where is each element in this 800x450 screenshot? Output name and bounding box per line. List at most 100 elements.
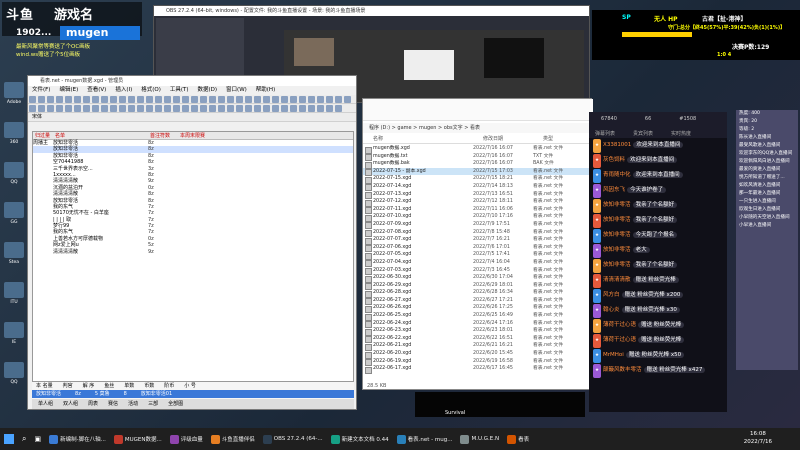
start-button[interactable] [0,428,18,450]
file-row[interactable]: mugen数据.bak 2022/7/16 16:07 BAK 文件 [363,160,593,169]
menu-item[interactable]: 查看(V) [87,86,106,95]
file-row[interactable]: 2022-07-15 - 副本.xgd 2022/7/15 17:03 看表.net… [363,167,593,176]
cell[interactable]: 清清清清散 [53,249,148,255]
menu-item[interactable]: 文件(F) [32,86,50,95]
menu-item[interactable]: 窗口(W) [226,86,247,95]
file-row[interactable]: 2022-06-24.xgd 2022/6/24 17:16 看表.net 文件 [363,320,593,328]
chat-nickname[interactable]: 放知非零活 [603,202,631,208]
file-row[interactable]: 2022-07-04.xgd 2022/7/4 16:04 看表.net 文件 [363,259,593,267]
taskbar[interactable]: ⌕ ▣ 新编制-脚在八轴... MUGEN数据... 评级血量 斗鱼直播伴侣 OBS 2… [0,428,800,450]
file-row[interactable]: 2022-07-07.xgd 2022/7/7 16:21 看表.net 文件 [363,236,593,245]
editor-format-bar[interactable]: 宋体 [28,113,356,122]
file-name[interactable]: 2022-07-04.xgd [363,259,473,267]
spreadsheet[interactable]: 归过量 名单 首注符数 本周末限赛 周播主 放知非零活 8z 放知非零活 8z 放知非零活 8z 空… [32,131,354,395]
menu-item[interactable]: 编辑(E) [59,86,78,95]
file-row[interactable]: mugen数据.xgd 2022/7/16 16:07 看表.net 文件 [363,145,593,154]
file-row[interactable]: 2022-06-21.xgd 2022/6/21 16:21 看表.net 文件 [363,342,593,351]
file-list-header[interactable]: 名称 修改日期 类型 [363,135,593,144]
address-bar[interactable]: 程序 (D:) > game > mugen > obs文字 > 看表 [363,123,593,133]
sheet-rows[interactable]: 周播主 放知非零活 8z 放知非零活 8z 放知非零活 8z 空70441988 8z 三千世界表… [33,140,353,255]
file-row[interactable]: 2022-07-08.xgd 2022/7/8 15:48 看表.net 文件 [363,229,593,237]
file-row[interactable]: 2022-06-23.xgd 2022/6/23 18:01 看表.net 文件 [363,327,593,336]
file-name[interactable]: 2022-06-19.xgd [363,358,473,366]
menu-item[interactable]: 数据(D) [198,86,218,95]
sheet-tab[interactable]: 周表 [88,399,98,409]
column-header[interactable]: 本周末限赛 [178,132,218,139]
file-row[interactable]: 2022-07-12.xgd 2022/7/12 18:11 看表.net 文件 [363,198,593,207]
chat-nickname[interactable]: 放知非零活 [603,247,631,253]
chat-tab[interactable]: 弹幕列表 [595,130,615,137]
sheet-tab[interactable]: 三部 [148,399,158,409]
file-name[interactable]: 2022-06-29.xgd [363,282,473,290]
file-name[interactable]: mugen数据.bak [363,160,473,169]
file-name[interactable]: 2022-07-05.xgd [363,251,473,260]
explorer-ribbon[interactable] [363,99,593,121]
taskbar-app[interactable]: 看表.net - mug... [393,428,457,450]
chat-nickname[interactable]: 薄荷干过心语 [603,337,636,343]
file-row[interactable]: 2022-06-26.xgd 2022/6/26 17:25 看表.net 文件 [363,304,593,313]
file-row[interactable]: 2022-06-27.xgd 2022/6/27 17:21 看表.net 文件 [363,297,593,305]
taskbar-app[interactable]: OBS 27.2.4 (64-... [259,428,327,450]
chat-tab[interactable]: 贵宾列表 [633,130,653,137]
file-name[interactable]: 2022-07-08.xgd [363,229,473,237]
chat-nickname[interactable]: 翰心炎 [603,307,620,313]
file-name[interactable]: 2022-06-20.xgd [363,350,473,359]
file-name[interactable]: mugen数据.xgd [363,145,473,154]
file-name[interactable]: 2022-06-25.xgd [363,312,473,321]
file-name[interactable]: 2022-06-27.xgd [363,297,473,305]
chat-nickname[interactable]: MrMHoi [603,352,624,358]
chat-nickname[interactable]: 清清清清散 [603,277,631,283]
file-name[interactable]: 2022-07-03.xgd [363,267,473,275]
file-row[interactable]: 2022-07-10.xgd 2022/7/10 17:16 看表.net 文件 [363,213,593,222]
file-row[interactable]: 2022-07-05.xgd 2022/7/5 17:41 看表.net 文件 [363,251,593,260]
file-name[interactable]: 2022-07-12.xgd [363,198,473,207]
chat-panel[interactable]: 67840 66 #1508 弹幕列表 贵宾列表 实时热度 ★ X3381001 欢迎来到本… [589,112,727,412]
file-explorer-window[interactable]: 程序 (D:) > game > mugen > obs文字 > 看表 名称 修改… [362,98,593,390]
file-column-header[interactable]: 类型 [543,135,583,143]
editor-toolbar-1[interactable] [28,95,356,104]
chat-nickname[interactable]: 颠簸风数丰零活 [603,367,642,373]
chat-nickname[interactable]: 风因东飞 [603,187,625,193]
menu-item[interactable]: 格式(O) [141,86,161,95]
font-name[interactable]: 宋体 [32,114,42,120]
file-name[interactable]: 2022-07-07.xgd [363,236,473,245]
chat-nickname[interactable]: 风方白 [603,292,620,298]
system-clock[interactable]: 16:08 2022/7/16 [744,430,772,446]
desktop-app-icon[interactable] [4,282,24,298]
taskbar-app[interactable]: MUGEN数据... [110,428,166,450]
menu-item[interactable]: 插入(I) [115,86,132,95]
file-row[interactable]: 2022-07-15.xgd 2022/7/15 18:21 看表.net 文件 [363,175,593,184]
file-row[interactable]: 2022-06-30.xgd 2022/6/30 17:04 看表.net 文件 [363,274,593,283]
file-row[interactable]: 2022-07-14.xgd 2022/7/14 18:13 看表.net 文件 [363,183,593,192]
file-name[interactable]: 2022-07-13.xgd [363,191,473,199]
file-row[interactable]: mugen数据.txt 2022/7/16 16:07 TXT 文件 [363,153,593,161]
chat-nickname[interactable]: 放知非零活 [603,262,631,268]
taskbar-app[interactable]: 新编制-脚在八轴... [45,428,110,450]
sheet-tab[interactable]: 单人组 [38,399,53,409]
column-header[interactable]: 首注符数 [148,132,178,139]
menu-item[interactable]: 帮助(H) [256,86,275,95]
taskbar-app[interactable]: 斗鱼直播伴侣 [207,428,259,450]
file-name[interactable]: 2022-06-30.xgd [363,274,473,283]
taskbar-app[interactable]: 新建文本文档 0.44 [327,428,393,450]
desktop-app-icon[interactable] [4,82,24,98]
obs-scene-panel[interactable] [156,18,244,78]
taskbar-app[interactable]: 看表 [503,428,533,450]
chat-tab[interactable]: 实时热度 [671,130,691,137]
sheet-tab[interactable]: 双人组 [63,399,78,409]
file-name[interactable]: 2022-07-11.xgd [363,206,473,214]
xgd-editor-window[interactable]: 看表.net - mugen数据.xgd - 管理员 文件(F) 编辑(E) 查看(… [27,75,357,410]
file-row[interactable]: 2022-07-03.xgd 2022/7/3 16:45 看表.net 文件 [363,267,593,275]
chat-nickname[interactable]: 薄荷干过心语 [603,322,636,328]
file-row[interactable]: 2022-06-29.xgd 2022/6/29 18:01 看表.net 文件 [363,282,593,290]
file-row[interactable]: 2022-07-09.xgd 2022/7/9 17:51 看表.net 文件 [363,221,593,230]
desktop-app-icon[interactable] [4,122,24,138]
file-row[interactable]: 2022-07-13.xgd 2022/7/13 16:51 看表.net 文件 [363,191,593,199]
taskbar-app[interactable]: 评级血量 [166,428,207,450]
desktop-app-icon[interactable] [4,362,24,378]
sheet-tab[interactable]: 全部图 [168,399,183,409]
file-name[interactable]: 2022-07-10.xgd [363,213,473,222]
cell[interactable]: 9z [148,249,178,255]
file-row[interactable]: 2022-06-25.xgd 2022/6/25 16:49 看表.net 文件 [363,312,593,321]
taskbar-app[interactable]: M.U.G.E.N [456,428,503,450]
